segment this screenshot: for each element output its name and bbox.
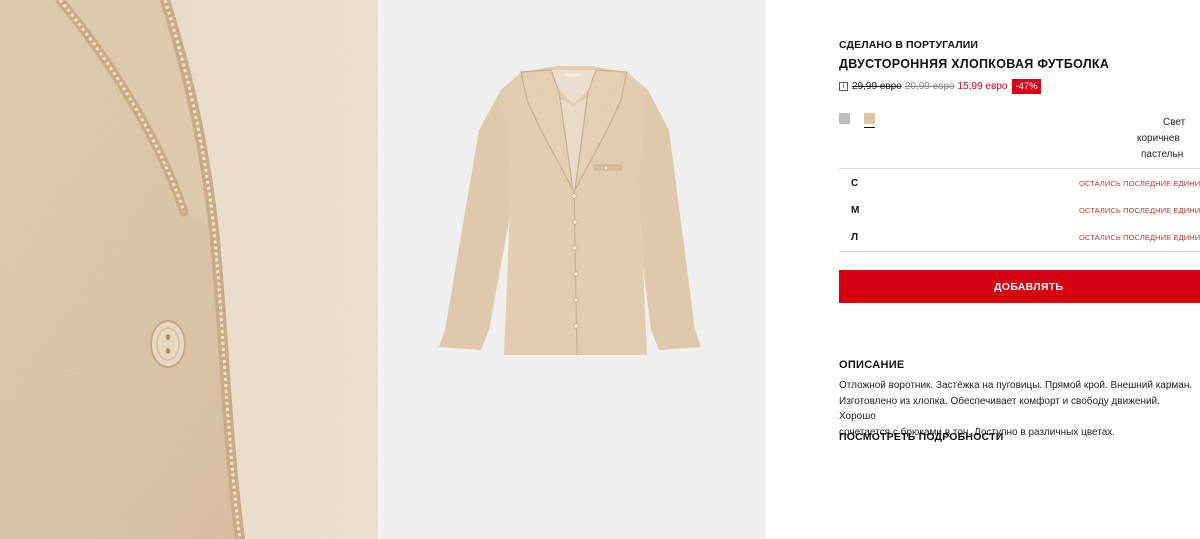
product-image[interactable]: [381, 0, 766, 539]
description-title: ОПИСАНИЕ: [839, 359, 905, 371]
size-label: М: [851, 205, 860, 216]
sale-price: 15,99 евро: [957, 81, 1008, 92]
view-details-link[interactable]: ПОСМОТРЕТЬ ПОДРОБНОСТИ: [839, 431, 1003, 443]
product-info-content: СДЕЛАНО В ПОРТУГАЛИИ ДВУСТОРОННЯЯ ХЛОПКО…: [839, 0, 1200, 539]
color-swatch-beige[interactable]: [864, 113, 875, 128]
color-name-line: коричнев: [1137, 133, 1180, 144]
size-label: С: [851, 177, 859, 189]
color-name-line: пастельн: [1141, 149, 1184, 160]
price-row: i 29,99 евро 20,99 евро 15,99 евро -47%: [839, 79, 1041, 94]
size-stock-status: ОСТАЛИСЬ ПОСЛЕДНИЕ ЕДИНИЦЫ!: [1079, 178, 1200, 188]
add-to-cart-button[interactable]: ДОБАВЛЯТЬ: [839, 270, 1200, 303]
selected-color-name: Свет коричнев пастельн: [1135, 115, 1200, 163]
size-option-l[interactable]: Л ОСТАЛИСЬ ПОСЛЕДНИЕ ЕДИНИЦЫ!: [839, 224, 1200, 251]
size-stock-status: ОСТАЛИСЬ ПОСЛЕДНИЕ ЕДИНИЦЫ!: [1079, 206, 1200, 215]
product-title: ДВУСТОРОННЯЯ ХЛОПКОВАЯ ФУТБОЛКА: [839, 57, 1110, 71]
size-stock-status: ОСТАЛИСЬ ПОСЛЕДНИЕ ЕДИНИЦЫ!: [1079, 233, 1200, 242]
color-swatch-grey[interactable]: [839, 113, 850, 124]
price-info-icon[interactable]: i: [839, 82, 848, 91]
original-price: 29,99 евро: [852, 81, 902, 92]
fabric-closeup-illustration: [0, 0, 378, 539]
size-option-m[interactable]: М ОСТАЛИСЬ ПОСЛЕДНИЕ ЕДИНИЦЫ!: [839, 197, 1200, 224]
size-label: Л: [851, 232, 859, 243]
size-list: С ОСТАЛИСЬ ПОСЛЕДНИЕ ЕДИНИЦЫ! М ОСТАЛИСЬ…: [839, 168, 1200, 252]
description-line: Отложной воротник. Застёжка на пуговицы.…: [839, 380, 1193, 391]
fabric-detail-image[interactable]: [0, 0, 378, 539]
color-swatches: [839, 113, 875, 128]
color-name-line: Свет: [1163, 117, 1186, 128]
size-option-s[interactable]: С ОСТАЛИСЬ ПОСЛЕДНИЕ ЕДИНИЦЫ!: [839, 169, 1200, 197]
product-info-panel: СДЕЛАНО В ПОРТУГАЛИИ ДВУСТОРОННЯЯ ХЛОПКО…: [766, 0, 1200, 539]
discount-badge: -47%: [1012, 79, 1041, 94]
previous-price: 20,99 евро: [904, 81, 955, 92]
description-line: Изготовлено из хлопка. Обеспечивает комф…: [839, 395, 1160, 423]
jacket-illustration: [439, 66, 701, 356]
origin-label: СДЕЛАНО В ПОРТУГАЛИИ: [839, 39, 979, 51]
